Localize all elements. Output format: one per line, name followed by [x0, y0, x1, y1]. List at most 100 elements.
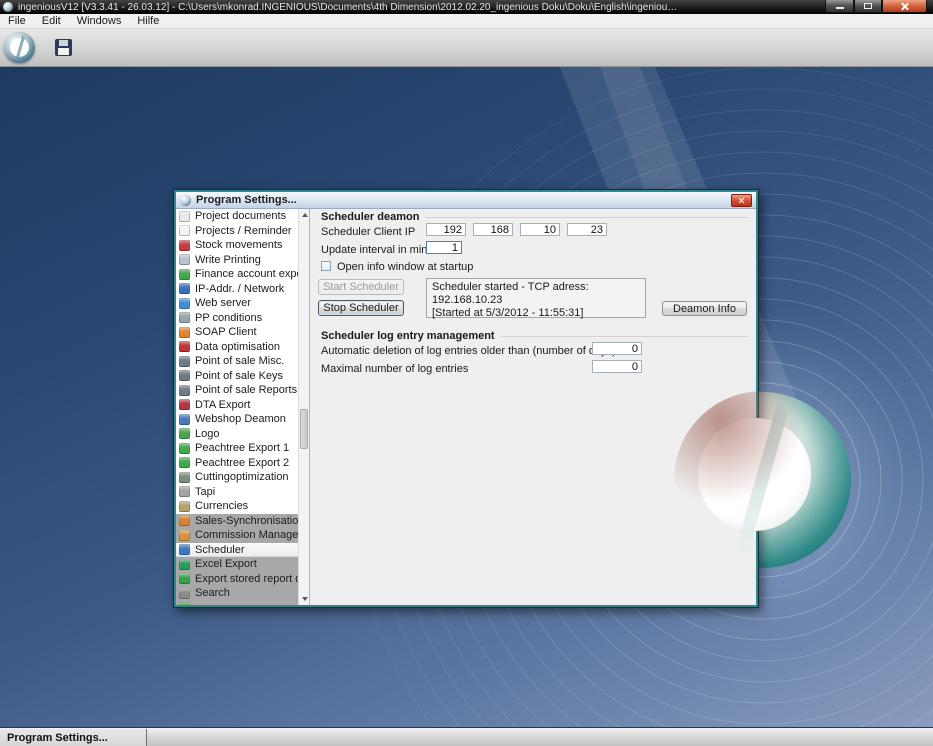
scheduler-client-ip-fields: [426, 223, 607, 236]
dta-book-icon: [179, 399, 190, 411]
sidebar-item-stock-movements[interactable]: Stock movements: [176, 238, 298, 253]
client-ip-label: Scheduler Client IP: [321, 226, 416, 238]
sidebar-item-excel-export[interactable]: Excel Export: [176, 557, 298, 572]
taskbar-item-program-settings[interactable]: Program Settings...: [0, 729, 147, 746]
sidebar-item-logo[interactable]: Logo: [176, 427, 298, 442]
daemon-info-button[interactable]: Deamon Info: [662, 301, 747, 316]
open-info-window-checkbox[interactable]: [321, 261, 331, 271]
sidebar-item-label: Cuttingoptimization: [195, 471, 289, 484]
update-interval-input[interactable]: [426, 241, 462, 254]
close-window-button[interactable]: [882, 0, 927, 13]
sidebar-item-label: Write Printing: [195, 253, 261, 266]
auto-delete-label: Automatic deletion of log entries older …: [321, 345, 616, 357]
sidebar-item-point-of-sale-misc[interactable]: Point of sale Misc.: [176, 354, 298, 369]
sidebar-item-webshop-deamon[interactable]: Webshop Deamon: [176, 412, 298, 427]
status-line-1: Scheduler started - TCP adress: 192.168.…: [432, 281, 589, 306]
maximize-icon: [864, 3, 872, 9]
sidebar-item-search[interactable]: Search: [176, 586, 298, 601]
sidebar-item-label: Search: [195, 587, 230, 600]
scrollbar-thumb[interactable]: [300, 409, 308, 449]
window-titlebar: ingeniousV12 [V3.3.41 - 26.03.12] - C:\U…: [0, 0, 933, 14]
sidebar-item-write-printing[interactable]: Write Printing: [176, 253, 298, 268]
menu-file[interactable]: File: [0, 14, 34, 29]
ip-octet-2-input[interactable]: [473, 223, 513, 236]
window-title: ingeniousV12 [V3.3.41 - 26.03.12] - C:\U…: [18, 1, 678, 13]
sidebar-item-currencies[interactable]: Currencies: [176, 499, 298, 514]
app-logo-icon: [3, 2, 13, 12]
menu-windows[interactable]: Windows: [69, 14, 130, 29]
auto-delete-input[interactable]: [592, 342, 642, 355]
coins-icon: [179, 500, 190, 512]
sidebar-item-data-optimisation[interactable]: Data optimisation: [176, 340, 298, 355]
dialog-titlebar[interactable]: Program Settings...: [176, 192, 756, 209]
sidebar-item-label: Export stored report data: [195, 572, 298, 585]
sidebar-item-finance-account-export[interactable]: Finance account export: [176, 267, 298, 282]
settings-list: Project documents Projects / Reminder Stoc…: [176, 209, 298, 605]
image-icon: [179, 428, 190, 440]
sidebar-item-peachtree-export-2[interactable]: Peachtree Export 2: [176, 456, 298, 471]
scissors-icon: [179, 471, 190, 483]
scheduler-status-box: Scheduler started - TCP adress: 192.168.…: [426, 278, 646, 319]
sidebar-item-commission-management[interactable]: Commission Management: [176, 528, 298, 543]
ip-octet-4-input[interactable]: [567, 223, 607, 236]
sidebar-item-dta-export[interactable]: DTA Export: [176, 398, 298, 413]
scheduler-panel: Scheduler deamon Scheduler Client IP Upd…: [310, 209, 756, 605]
recycle-arrows-icon: [179, 457, 190, 469]
sidebar-item-label: PP conditions: [195, 311, 263, 324]
section-header-daemon: Scheduler deamon: [321, 211, 748, 223]
minimize-icon: [835, 7, 844, 9]
sidebar-item-label: Logo: [195, 427, 220, 440]
dialog-body: Project documents Projects / Reminder Stoc…: [176, 209, 756, 605]
start-scheduler-button[interactable]: Start Scheduler: [318, 279, 404, 295]
partial-item[interactable]: [176, 600, 298, 605]
sidebar-item-label: Peachtree Export 1: [195, 442, 290, 455]
network-icon: [179, 283, 190, 295]
sidebar-item-label: Web server: [195, 297, 252, 310]
sidebar-item-sales-synchronisation[interactable]: Sales-Synchronisation: [176, 513, 298, 528]
globe-icon: [179, 297, 190, 309]
scroll-up-button[interactable]: [299, 209, 309, 221]
sidebar-item-label: Point of sale Reports: [195, 384, 298, 397]
sidebar-item-projects-reminder[interactable]: Projects / Reminder: [176, 224, 298, 239]
section-header-log: Scheduler log entry management: [321, 330, 748, 342]
settings-sidebar: Project documents Projects / Reminder Stoc…: [176, 209, 310, 605]
sidebar-item-label: Scheduler: [195, 543, 245, 556]
menu-hilfe[interactable]: Hilfe: [129, 14, 167, 29]
sidebar-item-project-documents[interactable]: Project documents: [176, 209, 298, 224]
sidebar-item-export-stored-report-data[interactable]: Export stored report data: [176, 571, 298, 586]
sidebar-item-scheduler[interactable]: Scheduler: [176, 542, 298, 557]
minimize-button[interactable]: [825, 0, 854, 13]
sidebar-item-point-of-sale-keys[interactable]: Point of sale Keys: [176, 369, 298, 384]
soap-icon: [179, 326, 190, 338]
stock-box-icon: [179, 239, 190, 251]
sidebar-item-label: IP-Addr. / Network: [195, 282, 285, 295]
sphere-rim: [674, 391, 852, 569]
sidebar-item-soap-client[interactable]: SOAP Client: [176, 325, 298, 340]
sidebar-item-cuttingoptimization[interactable]: Cuttingoptimization: [176, 470, 298, 485]
binoculars-icon: [179, 587, 190, 599]
save-button[interactable]: [55, 39, 72, 56]
excel-icon: [179, 558, 190, 570]
scroll-down-button[interactable]: [299, 593, 309, 605]
cash-register-icon: [179, 355, 190, 367]
sidebar-item-label: Sales-Synchronisation: [195, 514, 298, 527]
clock-icon: [179, 544, 190, 556]
ingenious-logo-icon[interactable]: [4, 32, 35, 63]
maximize-button[interactable]: [854, 0, 882, 13]
dialog-close-button[interactable]: [731, 194, 752, 207]
sidebar-item-peachtree-export-1[interactable]: Peachtree Export 1: [176, 441, 298, 456]
ip-octet-1-input[interactable]: [426, 223, 466, 236]
menu-edit[interactable]: Edit: [34, 14, 69, 29]
sidebar-item-label: Point of sale Keys: [195, 369, 284, 382]
ip-octet-3-input[interactable]: [520, 223, 560, 236]
max-entries-input[interactable]: [592, 360, 642, 373]
sidebar-item-ip-addr-network[interactable]: IP-Addr. / Network: [176, 282, 298, 297]
stop-scheduler-button[interactable]: Stop Scheduler: [318, 300, 404, 316]
sidebar-item-pp-conditions[interactable]: PP conditions: [176, 311, 298, 326]
sidebar-item-point-of-sale-reports[interactable]: Point of sale Reports: [176, 383, 298, 398]
report-export-icon: [179, 573, 190, 585]
sidebar-scrollbar[interactable]: [298, 209, 309, 605]
sidebar-item-label: SOAP Client: [195, 326, 257, 339]
sidebar-item-tapi[interactable]: Tapi: [176, 485, 298, 500]
sidebar-item-web-server[interactable]: Web server: [176, 296, 298, 311]
